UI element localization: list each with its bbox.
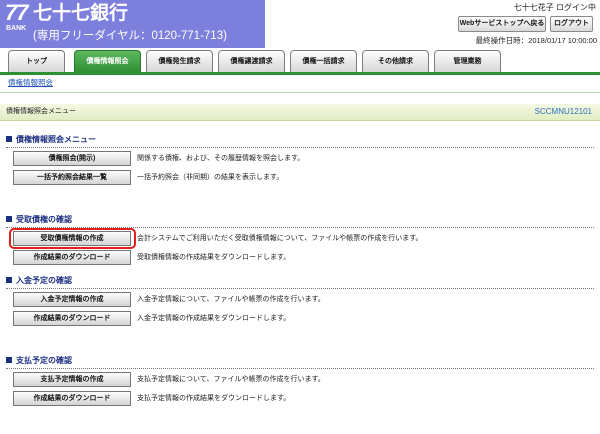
download-payment-schedule-results-button[interactable]: 作成結果のダウンロード	[13, 391, 131, 406]
tab-bar-underline	[0, 72, 600, 75]
download-receivable-results-button[interactable]: 作成結果のダウンロード	[13, 250, 131, 265]
section-heading: 入金予定の確認	[6, 275, 72, 287]
bank-logo-mark: 77	[5, 0, 29, 25]
section-outgoing-payment-confirmation: 支払予定の確認 支払予定情報の作成 支払予定情報について、ファイルや帳票の作成を…	[0, 355, 600, 407]
bank-name: 七十七銀行	[33, 3, 129, 24]
subnav-link-claim-inquiry[interactable]: 債権情報照会	[8, 78, 53, 88]
screen-id: SCCMNU12101	[534, 107, 592, 116]
freedial-number: (専用フリーダイヤル：0120-771-713)	[33, 30, 227, 42]
dotted-divider	[6, 368, 594, 369]
last-operation-time: 最終操作日時：2018/01/17 10:00:00	[475, 36, 597, 45]
section-heading: 受取債権の確認	[6, 214, 72, 226]
tab-claim-bulk-request[interactable]: 債権一括請求	[290, 50, 357, 72]
menu-description: 入金予定情報の作成結果をダウンロードします。	[137, 315, 291, 322]
logout-button[interactable]: ログアウト	[550, 16, 593, 32]
menu-row: 支払予定情報の作成 支払予定情報について、ファイルや帳票の作成を行います。	[0, 372, 600, 387]
web-service-top-button[interactable]: Webサービストップへ戻る	[458, 16, 546, 32]
menu-row: 受取債権情報の作成 会計システムでご利用いただく受取債権情報について、ファイルや…	[0, 228, 600, 249]
square-bullet-icon	[6, 136, 12, 142]
menu-description: 会計システムでご利用いただく受取債権情報について、ファイルや帳票の作成を行います…	[137, 235, 423, 242]
tab-claim-inquiry[interactable]: 債権情報照会	[74, 50, 141, 72]
section-heading-text: 受取債権の確認	[16, 215, 72, 224]
menu-row: 作成結果のダウンロード 受取債権情報の作成結果をダウンロードします。	[0, 250, 600, 265]
menu-row: 入金予定情報の作成 入金予定情報について、ファイルや帳票の作成を行います。	[0, 292, 600, 307]
dotted-divider	[6, 147, 594, 148]
section-heading: 支払予定の確認	[6, 355, 72, 367]
menu-row: 作成結果のダウンロード 支払予定情報の作成結果をダウンロードします。	[0, 391, 600, 406]
square-bullet-icon	[6, 277, 12, 283]
square-bullet-icon	[6, 216, 12, 222]
tab-admin[interactable]: 管理業務	[434, 50, 501, 72]
menu-row: 一括予約照会結果一覧 一括予約照会（非同期）の結果を表示します。	[0, 170, 600, 185]
create-payment-schedule-info-button[interactable]: 支払予定情報の作成	[13, 372, 131, 387]
create-receivable-info-button[interactable]: 受取債権情報の作成	[13, 231, 131, 246]
menu-description: 支払予定情報について、ファイルや帳票の作成を行います。	[137, 376, 325, 383]
section-incoming-payment-confirmation: 入金予定の確認 入金予定情報の作成 入金予定情報について、ファイルや帳票の作成を…	[0, 275, 600, 327]
section-heading: 債権情報照会メニュー	[6, 134, 96, 146]
login-user-status: 七十七花子 ログイン中	[513, 3, 596, 12]
menu-row: 作成結果のダウンロード 入金予定情報の作成結果をダウンロードします。	[0, 311, 600, 326]
menu-description: 関係する債権、および、その履歴情報を照会します。	[137, 155, 305, 162]
section-heading-text: 債権情報照会メニュー	[16, 135, 96, 144]
square-bullet-icon	[6, 357, 12, 363]
dotted-divider	[6, 288, 594, 289]
page-title: 債権情報照会メニュー	[6, 108, 76, 115]
create-incoming-payment-info-button[interactable]: 入金予定情報の作成	[13, 292, 131, 307]
subnav-divider	[0, 92, 600, 93]
menu-row: 債権照会(開示) 関係する債権、および、その履歴情報を照会します。	[0, 151, 600, 166]
section-heading-text: 入金予定の確認	[16, 276, 72, 285]
section-claim-inquiry-menu: 債権情報照会メニュー 債権照会(開示) 関係する債権、および、その履歴情報を照会…	[0, 134, 600, 186]
tab-claim-issuance-request[interactable]: 債権発生請求	[146, 50, 213, 72]
bulk-reservation-results-button[interactable]: 一括予約照会結果一覧	[13, 170, 131, 185]
bank-logo-subtext: BANK	[6, 25, 27, 32]
page-title-bar: 債権情報照会メニュー SCCMNU12101	[0, 104, 600, 121]
download-incoming-payment-results-button[interactable]: 作成結果のダウンロード	[13, 311, 131, 326]
section-receivable-confirmation: 受取債権の確認 受取債権情報の作成 会計システムでご利用いただく受取債権情報につ…	[0, 214, 600, 266]
menu-description: 受取債権情報の作成結果をダウンロードします。	[137, 254, 291, 261]
bank-logo-banner: 77 BANK 七十七銀行 (専用フリーダイヤル：0120-771-713)	[0, 0, 265, 48]
section-heading-text: 支払予定の確認	[16, 356, 72, 365]
tab-claim-transfer-request[interactable]: 債権譲渡請求	[218, 50, 285, 72]
tab-other-requests[interactable]: その他請求	[362, 50, 429, 72]
menu-description: 支払予定情報の作成結果をダウンロードします。	[137, 395, 291, 402]
claim-inquiry-disclosure-button[interactable]: 債権照会(開示)	[13, 151, 131, 166]
tab-top[interactable]: トップ	[8, 50, 65, 72]
menu-description: 一括予約照会（非同期）の結果を表示します。	[137, 174, 284, 181]
menu-description: 入金予定情報について、ファイルや帳票の作成を行います。	[137, 296, 325, 303]
